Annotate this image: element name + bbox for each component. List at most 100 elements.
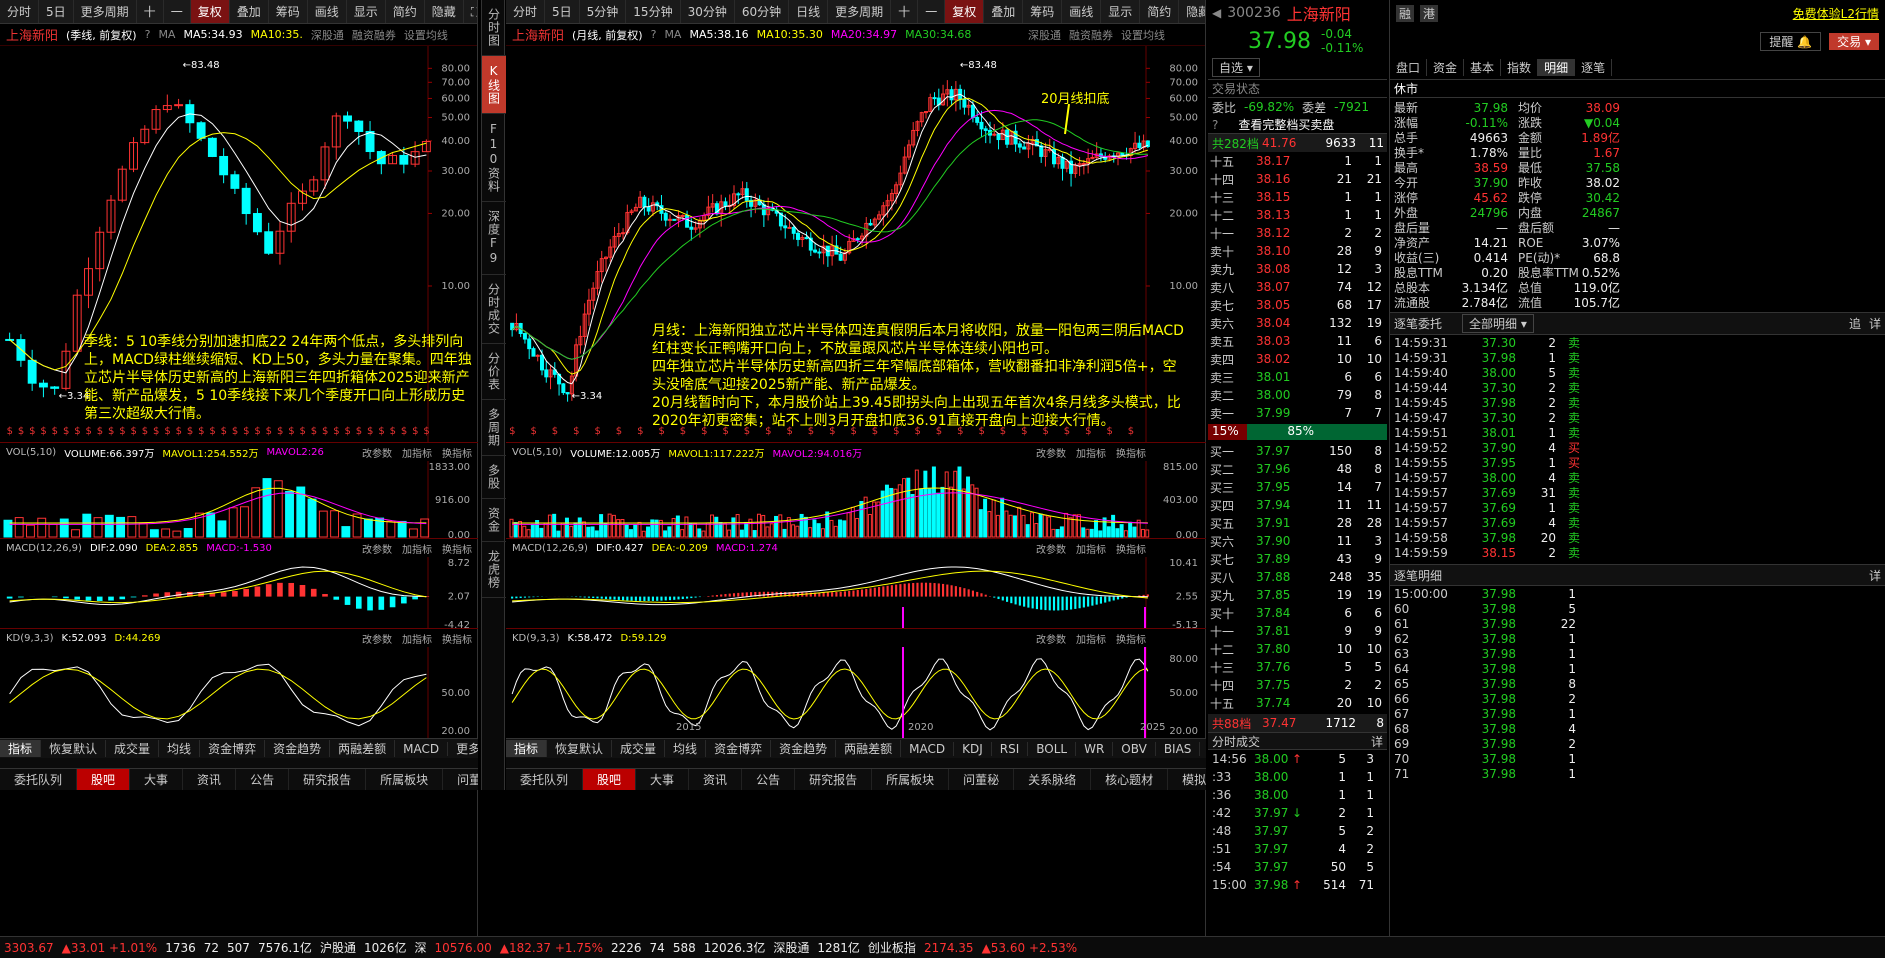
mid-toolbar-item-14[interactable]: 显示 — [1101, 0, 1141, 23]
left-bottom-tab-2[interactable]: 大事 — [130, 769, 184, 790]
ask-level[interactable]: 卖二 38.00 79 8 — [1210, 386, 1385, 404]
left-toolbar-item-12[interactable]: ⛶ — [464, 0, 477, 23]
mid-bottom-tab-9[interactable]: 核心题材 — [1091, 769, 1169, 790]
help-icon[interactable]: ? — [1212, 118, 1218, 132]
mid-indicator-tab-1[interactable]: 恢复默认 — [547, 740, 613, 757]
vtab-7[interactable]: 多股 — [482, 456, 506, 499]
add-indicator[interactable]: 加指标 — [1076, 541, 1106, 556]
prev-stock-icon[interactable]: ◀ — [1212, 6, 1221, 20]
mid-toolbar-item-0[interactable]: 分时 — [506, 0, 546, 23]
left-bottom-tab-5[interactable]: 研究报告 — [289, 769, 367, 790]
bid-level[interactable]: 十一 37.81 9 9 — [1210, 622, 1385, 640]
alert-button[interactable]: 提醒 🔔 — [1760, 31, 1822, 51]
mid-toolbar-item-3[interactable]: 15分钟 — [626, 0, 681, 23]
mid-toolbar-item-7[interactable]: 更多周期 — [828, 0, 892, 23]
add-indicator[interactable]: 加指标 — [1076, 445, 1106, 460]
mid-indicator-tab-8[interactable]: KDJ — [954, 741, 992, 756]
ask-level[interactable]: 卖三 38.01 6 6 — [1210, 368, 1385, 386]
vtab-6[interactable]: 多周期 — [482, 400, 506, 456]
bid-level[interactable]: 十三 37.76 5 5 — [1210, 658, 1385, 676]
change-param[interactable]: 改参数 — [1036, 631, 1066, 646]
ticks-more[interactable]: 详 — [1371, 733, 1383, 750]
left-indicator-tab-0[interactable]: 指标 — [0, 740, 42, 757]
left-bottom-tab-4[interactable]: 公告 — [236, 769, 290, 790]
mid-indicator-tab-0[interactable]: 指标 — [506, 740, 548, 757]
ask-level[interactable]: 卖七 38.05 68 17 — [1210, 296, 1385, 314]
ask-level[interactable]: 卖九 38.08 12 3 — [1210, 260, 1385, 278]
change-param[interactable]: 改参数 — [362, 445, 392, 460]
mid-toolbar-item-1[interactable]: 5日 — [545, 0, 580, 23]
vtab-9[interactable]: 龙虎榜 — [482, 542, 506, 598]
left-bottom-tab-7[interactable]: 问董秘 — [443, 769, 478, 790]
vtab-2[interactable]: F10资料 — [482, 114, 506, 202]
left-toolbar-item-10[interactable]: 简约 — [386, 0, 425, 23]
bid-level[interactable]: 买四 37.94 11 11 — [1210, 496, 1385, 514]
bid-level[interactable]: 买一 37.97 150 8 — [1210, 442, 1385, 460]
ask-level[interactable]: 卖一 37.99 7 7 — [1210, 404, 1385, 422]
zbwt-chase[interactable]: 追 — [1849, 315, 1861, 332]
ask-level[interactable]: 卖五 38.03 11 6 — [1210, 332, 1385, 350]
add-indicator[interactable]: 加指标 — [1076, 631, 1106, 646]
vtab-4[interactable]: 分时成交 — [482, 275, 506, 344]
switch-indicator[interactable]: 换指标 — [442, 541, 472, 556]
mid-bottom-tab-1[interactable]: 股吧 — [583, 769, 637, 790]
mid-indicator-tab-3[interactable]: 均线 — [665, 740, 707, 757]
help-icon[interactable]: ? — [145, 28, 151, 41]
left-toolbar-item-2[interactable]: 更多周期 — [74, 0, 137, 23]
pill-sgt[interactable]: 深股通 — [311, 27, 344, 43]
mid-toolbar-item-15[interactable]: 简约 — [1140, 0, 1180, 23]
mid-toolbar-item-12[interactable]: 筹码 — [1023, 0, 1063, 23]
promo-link[interactable]: 免费体验L2行情 — [1793, 5, 1879, 22]
ask-level[interactable]: 卖十 38.10 28 9 — [1210, 242, 1385, 260]
mid-toolbar-item-5[interactable]: 60分钟 — [735, 0, 790, 23]
mid-indicator-tab-5[interactable]: 资金趋势 — [771, 740, 837, 757]
bid-level[interactable]: 买九 37.85 19 19 — [1210, 586, 1385, 604]
ask-level[interactable]: 卖四 38.02 10 10 — [1210, 350, 1385, 368]
mid-indicator-tab-10[interactable]: BOLL — [1028, 741, 1077, 756]
change-param[interactable]: 改参数 — [1036, 445, 1066, 460]
left-toolbar-item-5[interactable]: 复权 — [190, 0, 230, 23]
add-indicator[interactable]: 加指标 — [402, 445, 432, 460]
ask-level[interactable]: 卖六 38.04 132 19 — [1210, 314, 1385, 332]
mid-toolbar-item-13[interactable]: 画线 — [1062, 0, 1102, 23]
bid-level[interactable]: 买二 37.96 48 8 — [1210, 460, 1385, 478]
vtab-8[interactable]: 资金 — [482, 499, 506, 542]
left-indicator-tab-5[interactable]: 资金趋势 — [265, 740, 331, 757]
help-icon[interactable]: ? — [651, 28, 657, 41]
mid-indicator-tab-7[interactable]: MACD — [901, 741, 955, 756]
mid-indicator-tab-13[interactable]: BIAS — [1156, 741, 1201, 756]
mid-indicator-tab-9[interactable]: RSI — [992, 741, 1029, 756]
bid-level[interactable]: 买七 37.89 43 9 — [1210, 550, 1385, 568]
mid-bottom-tab-6[interactable]: 所属板块 — [872, 769, 950, 790]
zbwt-filter[interactable]: 全部明细 ▾ — [1462, 314, 1534, 333]
add-watchlist-button[interactable]: 自选 ▾ — [1212, 58, 1260, 77]
left-indicator-tab-4[interactable]: 资金博弈 — [200, 740, 266, 757]
bid-level[interactable]: 十五 37.74 20 10 — [1210, 694, 1385, 712]
vtab-1[interactable]: K线图 — [482, 56, 506, 114]
pill-rzrq[interactable]: 融资融券 — [1069, 27, 1113, 43]
left-toolbar-item-1[interactable]: 5日 — [39, 0, 74, 23]
trade-button[interactable]: 交易 ▾ — [1829, 32, 1879, 50]
bid-level[interactable]: 买六 37.90 11 3 — [1210, 532, 1385, 550]
mid-toolbar-item-9[interactable]: 一 — [918, 0, 946, 23]
left-bottom-tab-3[interactable]: 资讯 — [183, 769, 237, 790]
stats-tab-0[interactable]: 盘口 — [1390, 59, 1428, 76]
left-toolbar-item-0[interactable]: 分时 — [0, 0, 40, 23]
mid-toolbar-item-2[interactable]: 5分钟 — [580, 0, 627, 23]
switch-indicator[interactable]: 换指标 — [442, 631, 472, 646]
switch-indicator[interactable]: 换指标 — [1116, 445, 1146, 460]
mid-toolbar-item-11[interactable]: 叠加 — [984, 0, 1024, 23]
stats-tab-5[interactable]: 逐笔 — [1575, 59, 1613, 76]
left-indicator-tab-8[interactable]: 更多 — [448, 740, 478, 757]
ask-level[interactable]: 十一 38.12 2 2 — [1210, 224, 1385, 242]
bid-level[interactable]: 十四 37.75 2 2 — [1210, 676, 1385, 694]
ask-level[interactable]: 十二 38.13 1 1 — [1210, 206, 1385, 224]
mid-toolbar-item-16[interactable]: 隐藏 — [1179, 0, 1205, 23]
add-indicator[interactable]: 加指标 — [402, 541, 432, 556]
mid-indicator-tab-14[interactable]: 更多 — [1200, 740, 1206, 757]
ask-level[interactable]: 十四 38.16 21 21 — [1210, 170, 1385, 188]
mid-toolbar-item-10[interactable]: 复权 — [945, 0, 985, 23]
bid-level[interactable]: 买三 37.95 14 7 — [1210, 478, 1385, 496]
left-toolbar-item-9[interactable]: 显示 — [347, 0, 386, 23]
mid-toolbar-item-8[interactable]: 十 — [891, 0, 919, 23]
